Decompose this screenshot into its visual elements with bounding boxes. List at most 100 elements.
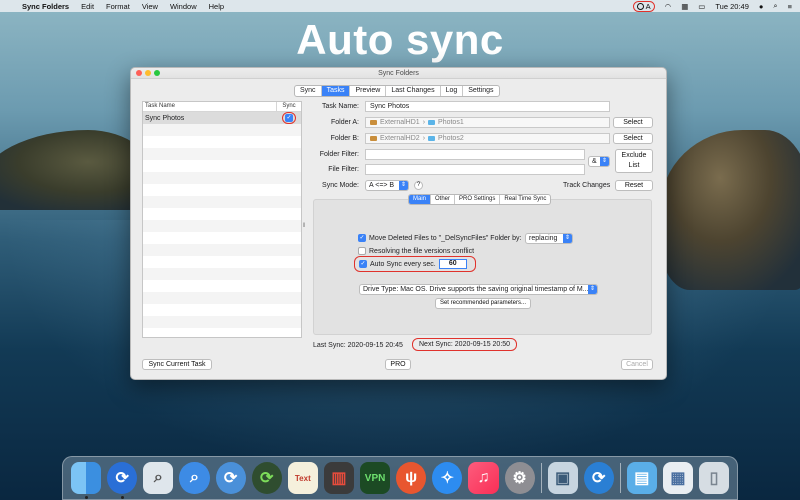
cancel-button[interactable]: Cancel [621,359,653,370]
trash-icon[interactable]: ▯ [699,462,730,494]
wifi-icon[interactable]: ◠ [665,2,672,11]
folder-icon [428,136,436,141]
close-button[interactable] [136,70,142,76]
empty-row [143,220,301,232]
splitter-handle[interactable]: ‖ [303,223,305,229]
settings-icon[interactable]: ⚙ [504,462,535,494]
folder-filter-input[interactable] [365,149,585,160]
sync-current-task-button[interactable]: Sync Current Task [142,359,212,370]
reset-button[interactable]: Reset [615,180,653,191]
sync-checkbox-highlight: ✓ [282,112,296,124]
auto-sync-seconds-input[interactable]: 60 [438,259,467,269]
sync-green-icon[interactable]: ⟳ [251,462,282,494]
sync-icon[interactable]: ⟳ [215,462,246,494]
task-list-header: Task Name Sync [143,102,301,112]
folder-b-path[interactable]: ExternalHD2 › Photos2 [365,133,610,144]
select-folder-b-button[interactable]: Select [613,133,653,144]
task-sync-checkbox[interactable]: ✓ [285,114,293,122]
exclude-list-button[interactable]: Exclude List [615,149,653,173]
menu-help[interactable]: Help [209,2,224,11]
window-icon[interactable]: ▦ [662,462,693,494]
headline: Auto sync [296,16,504,63]
flag-icon[interactable]: ▦ [681,2,688,11]
task-list[interactable]: Task Name Sync Sync Photos ✓ [142,101,302,338]
set-recommended-button[interactable]: Set recommended parameters... [435,298,531,309]
sync-folders-window: Sync Folders Sync Tasks Preview Last Cha… [130,67,667,380]
control-center-icon[interactable]: ≡ [788,2,792,11]
tab-settings[interactable]: Settings [463,86,498,96]
menu-bar: Sync Folders Edit Format View Window Hel… [0,0,800,12]
task-name-input[interactable]: Sync Photos [365,101,610,112]
menu-extras: A ◠ ▦ ▭ Tue 20:49 ● ⌕ ≡ [632,0,792,12]
task-row[interactable]: Sync Photos ✓ [143,112,301,124]
running-indicator [84,496,88,499]
safari-icon[interactable]: ✧ [432,462,463,494]
menu-app-name[interactable]: Sync Folders [22,2,69,11]
battery-icon[interactable]: ▭ [698,2,705,11]
folder-a-path[interactable]: ExternalHD1 › Photos1 [365,117,610,128]
sync-status-menu[interactable]: A [632,0,655,12]
window-controls [136,70,160,76]
next-sync-text: Next Sync: 2020-09-15 20:50 [412,338,518,351]
drive-type-select[interactable]: Drive Type: Mac OS. Drive supports the s… [359,284,598,295]
empty-row [143,292,301,304]
help-button[interactable]: ? [414,181,423,190]
tab-preview[interactable]: Preview [350,86,387,96]
trash-red-icon[interactable]: ▥ [323,462,354,494]
finder-icon[interactable] [71,462,102,499]
subtab-pro-settings[interactable]: PRO Settings [455,195,501,204]
tab-tasks[interactable]: Tasks [321,86,351,96]
subtab-main[interactable]: Main [409,195,432,204]
zoom-button[interactable] [154,70,160,76]
file-filter-input[interactable] [365,164,585,175]
empty-row [143,172,301,184]
pro-button[interactable]: PRO [385,359,411,370]
preview-icon[interactable]: ⌕ [143,462,174,494]
photo-icon[interactable]: ▣ [547,462,578,494]
select-folder-a-button[interactable]: Select [613,117,653,128]
filter-operator-select[interactable]: & ⇕ [588,156,610,167]
dock: ⟳ ⌕ ⌕ ⟳ ⟳ Text ▥ VPN ψ ✧ ♫ ⚙ ▣ ⟳ ▤ ▦ ▯ [62,456,738,500]
user-icon[interactable]: ● [759,2,764,11]
vpn-icon-label: VPN [364,472,386,484]
track-changes-label: Track Changes [563,182,611,189]
minimize-button[interactable] [145,70,151,76]
file-filter-label: File Filter: [328,166,359,173]
sync-status-icon [636,2,644,10]
menu-format[interactable]: Format [106,2,130,11]
vpn-icon[interactable]: VPN [360,462,391,494]
folder-a-folder: Photos1 [438,119,464,126]
empty-row [143,148,301,160]
folder-b-label: Folder B: [330,135,359,142]
empty-row [143,136,301,148]
move-deleted-checkbox[interactable]: ✓ [358,234,366,242]
music-icon[interactable]: ♫ [468,462,499,494]
sync-mode-value: A <=> B [369,182,395,189]
dining-icon[interactable]: ψ [396,462,427,494]
sync-blue-icon[interactable]: ⟳ [583,462,614,494]
col-task-name[interactable]: Task Name [143,102,277,111]
magnifier-icon[interactable]: ⌕ [179,462,210,494]
chevron-updown-icon: ⇕ [563,234,572,243]
move-deleted-mode-select[interactable]: replacing ⇕ [525,233,573,244]
empty-row [143,124,301,136]
spotlight-icon[interactable]: ⌕ [773,1,777,11]
tab-last-changes[interactable]: Last Changes [386,86,441,96]
resolving-checkbox[interactable] [358,247,366,255]
subtab-other[interactable]: Other [431,195,456,204]
subtab-real-time-sync[interactable]: Real Time Sync [500,195,550,204]
auto-sync-checkbox[interactable]: ✓ [359,260,367,268]
tab-sync[interactable]: Sync [295,86,322,96]
folder-icon[interactable]: ▤ [626,462,657,494]
menu-edit[interactable]: Edit [81,2,94,11]
tab-log[interactable]: Log [441,86,464,96]
menu-view[interactable]: View [142,2,158,11]
textedit-icon[interactable]: Text [287,462,318,494]
col-sync[interactable]: Sync [277,102,301,111]
sync-folders-icon[interactable]: ⟳ [107,462,138,499]
path-separator-icon: › [422,119,426,126]
menu-window[interactable]: Window [170,2,197,11]
sync-mode-select[interactable]: A <=> B ⇕ [365,180,409,191]
running-indicator [120,496,124,499]
menu-clock[interactable]: Tue 20:49 [715,2,749,11]
